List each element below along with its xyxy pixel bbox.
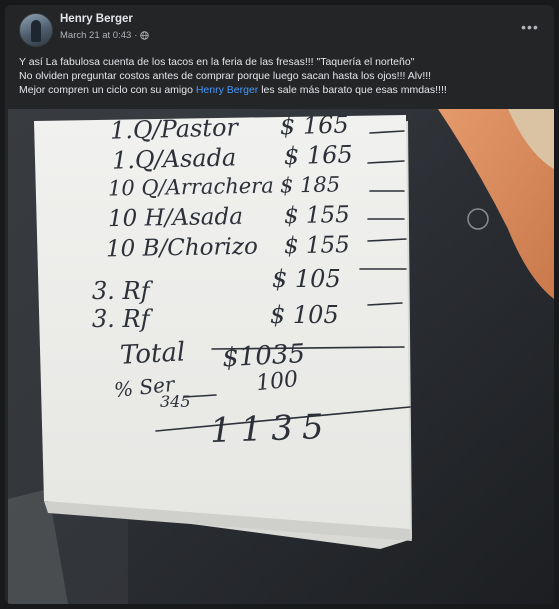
timestamp[interactable]: March 21 at 0:43 [60,30,131,41]
post-photo[interactable]: 1.Q/Pastor $ 165 1.Q/Asada $ 165 10 Q/Ar… [8,109,554,604]
post-header: Henry Berger March 21 at 0:43 · ••• [5,5,554,51]
post-text-line: No olviden preguntar costos antes de com… [19,70,432,82]
more-options-icon[interactable]: ••• [520,17,540,37]
post-text-segment: Mejor compren un ciclo con su amigo [19,84,196,96]
post-meta: March 21 at 0:43 · [60,30,150,41]
pen-strokes [155,130,411,432]
post-text-segment: les sale más barato que esas mmdas!!!! [258,84,447,96]
author-name[interactable]: Henry Berger [60,13,133,25]
post-text-line: Y así La fabulosa cuenta de los tacos en… [19,56,415,68]
meta-separator: · [134,30,138,41]
post-card: Henry Berger March 21 at 0:43 · ••• Y as… [5,5,554,604]
post-text: Y así La fabulosa cuenta de los tacos en… [19,55,544,97]
avatar[interactable] [19,13,53,47]
globe-icon[interactable] [140,31,150,40]
mention-link[interactable]: Henry Berger [196,84,258,96]
post-text-line: Mejor compren un ciclo con su amigo Henr… [19,83,544,97]
